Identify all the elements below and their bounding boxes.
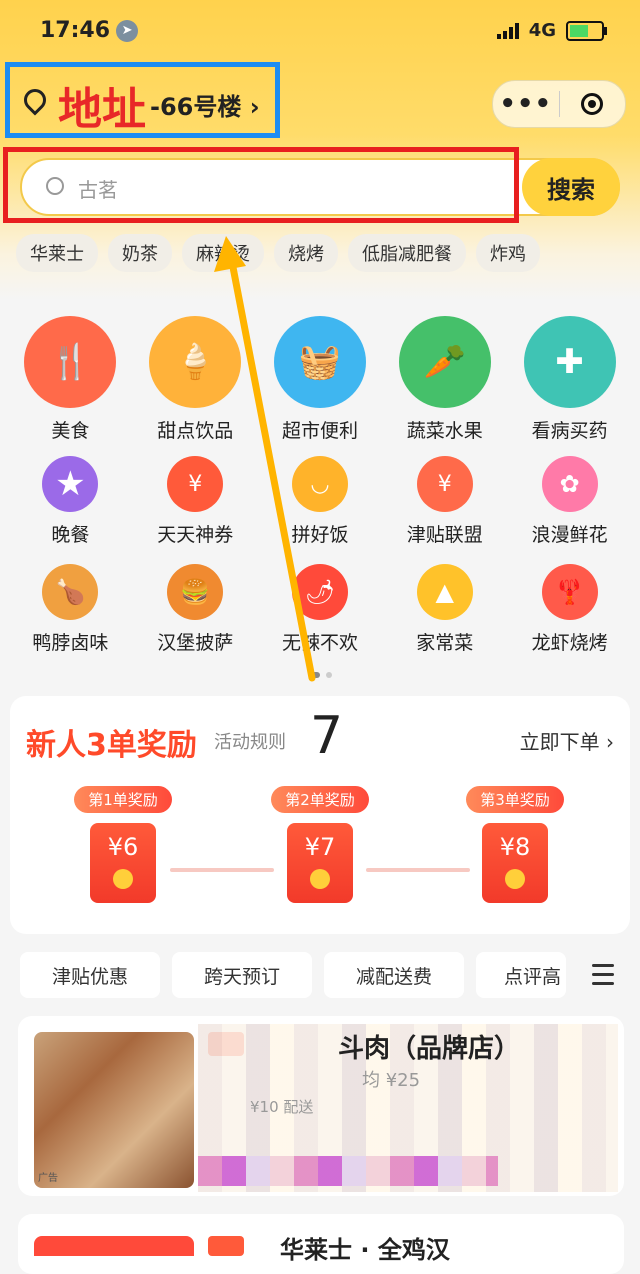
miniprogram-capsule: ••• [492, 80, 626, 128]
promo-annotation-number: 7 [310, 706, 344, 766]
category-item[interactable]: 🍴 美食 [8, 316, 133, 456]
address-text: -66号楼 › [150, 93, 260, 121]
filter-tab[interactable]: 津贴优惠 [20, 952, 160, 998]
blurred-content [198, 1156, 498, 1186]
category-item[interactable]: ✚ 看病买药 [507, 316, 632, 456]
category-item[interactable]: 🦞 龙虾烧烤 [507, 564, 632, 672]
hot-search-chips: 华莱士 奶茶 麻辣烫 烧烤 低脂减肥餐 炸鸡 [16, 234, 540, 272]
category-item[interactable]: ✿ 浪漫鲜花 [507, 456, 632, 564]
chip[interactable]: 奶茶 [108, 234, 172, 272]
chip[interactable]: 麻辣烫 [182, 234, 264, 272]
category-item[interactable]: 🥕 蔬菜水果 [382, 316, 507, 456]
shop-image [34, 1236, 194, 1256]
ice-cream-icon: 🍦 [149, 316, 242, 408]
reward-item[interactable]: 第3单奖励 ¥8 [450, 786, 580, 903]
filter-menu-icon[interactable] [592, 964, 614, 991]
filter-tabs: 津贴优惠 跨天预订 减配送费 点评高 [20, 952, 566, 998]
shop-price: 均 ¥25 [362, 1070, 421, 1091]
category-item[interactable]: ★ 晚餐 [8, 456, 133, 564]
category-item[interactable]: ◡ 拼好饭 [258, 456, 383, 564]
flower-icon: ✿ [541, 456, 598, 512]
utensils-icon: 🍴 [24, 316, 117, 408]
category-grid: 🍴 美食 🍦 甜点饮品 🧺 超市便利 🥕 蔬菜水果 ✚ 看病买药 ★ 晚餐 ¥ 天天神券 ◡ 拼… [8, 316, 632, 672]
network-label: 4G [528, 20, 556, 41]
category-item[interactable]: 🧺 超市便利 [258, 316, 383, 456]
filter-tab[interactable]: 减配送费 [324, 952, 464, 998]
ad-label: 广告 [38, 1173, 58, 1184]
dish-icon: ▲ [416, 564, 473, 620]
location-pin-icon [19, 84, 51, 116]
more-icon[interactable]: ••• [493, 89, 559, 119]
reward-badge: 第3单奖励 [466, 786, 564, 813]
red-envelope-icon: ¥7 [287, 823, 353, 903]
location-arrow-icon: ➤ [116, 20, 139, 42]
category-item[interactable]: ▲ 家常菜 [382, 564, 507, 672]
shop-name: 华莱士 · 全鸡汉 [280, 1236, 450, 1264]
search-annotation-box [3, 147, 519, 223]
reward-item[interactable]: 第1单奖励 ¥6 [58, 786, 188, 903]
address-annotation: 地址 [58, 84, 146, 135]
shop-image [34, 1032, 194, 1188]
shop-tag [208, 1236, 244, 1256]
basket-icon: 🧺 [273, 316, 366, 408]
reward-badge: 第1单奖励 [74, 786, 172, 813]
medkit-icon: ✚ [523, 316, 616, 408]
filter-tab[interactable]: 点评高 [476, 952, 566, 998]
chip[interactable]: 低脂减肥餐 [348, 234, 466, 272]
order-now-link[interactable]: 立即下单 › [520, 726, 614, 755]
red-envelope-icon: ¥8 [482, 823, 548, 903]
category-item[interactable]: ¥ 天天神券 [133, 456, 258, 564]
page-indicator [312, 672, 332, 678]
red-envelope-icon: ¥6 [90, 823, 156, 903]
new-user-reward-card: 新人3单奖励 活动规则 7 立即下单 › 第1单奖励 ¥6 第2单奖励 ¥7 第… [10, 696, 630, 934]
chip[interactable]: 烧烤 [274, 234, 338, 272]
category-item[interactable]: 🍗 鸭脖卤味 [8, 564, 133, 672]
shop-card[interactable]: 华莱士 · 全鸡汉 [18, 1214, 624, 1274]
coupon-icon: ¥ [167, 456, 224, 512]
status-indicators: 4G [496, 20, 607, 41]
address-selector[interactable]: 地址 -66号楼 › [5, 62, 280, 138]
reward-item[interactable]: 第2单奖励 ¥7 [255, 786, 385, 903]
bowl-icon: ◡ [291, 456, 348, 512]
promo-title: 新人3单奖励 [26, 728, 197, 763]
signal-icon [496, 22, 519, 39]
lobster-icon: 🦞 [541, 564, 598, 620]
burger-icon: 🍔 [167, 564, 224, 620]
category-item[interactable]: 🍦 甜点饮品 [133, 316, 258, 456]
carrot-icon: 🥕 [398, 316, 491, 408]
money-bag-icon: ¥ [416, 456, 473, 512]
search-button[interactable]: 搜索 [522, 158, 620, 216]
drumstick-icon: 🍗 [42, 564, 99, 620]
battery-icon [566, 20, 607, 41]
cloche-icon: ★ [42, 456, 99, 512]
reward-badge: 第2单奖励 [271, 786, 369, 813]
category-item[interactable]: 🌶 无辣不欢 [258, 564, 383, 672]
category-item[interactable]: 🍔 汉堡披萨 [133, 564, 258, 672]
promo-rules-link[interactable]: 活动规则 [214, 728, 286, 754]
chili-icon: 🌶 [291, 564, 348, 620]
shop-card[interactable]: 广告 斗肉（品牌店） 均 ¥25 ¥10 配送 [18, 1016, 624, 1196]
category-item[interactable]: ¥ 津贴联盟 [382, 456, 507, 564]
close-target-icon[interactable] [560, 93, 626, 115]
filter-tab[interactable]: 跨天预订 [172, 952, 312, 998]
shop-delivery: ¥10 配送 [250, 1098, 314, 1116]
shop-name: 斗肉（品牌店） [338, 1034, 521, 1064]
status-time: 17:46 ➤ [40, 18, 139, 43]
chip[interactable]: 炸鸡 [476, 234, 540, 272]
chip[interactable]: 华莱士 [16, 234, 98, 272]
